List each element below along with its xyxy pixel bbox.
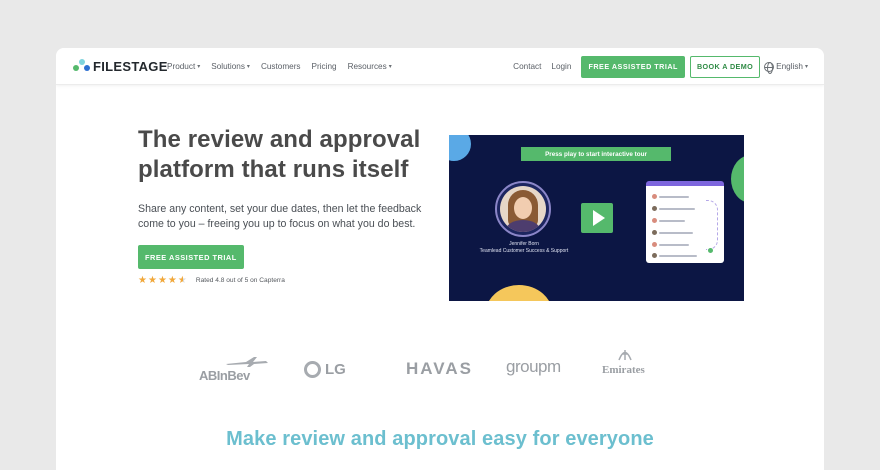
logo-lg: LG: [304, 358, 346, 380]
menu-item-pricing[interactable]: Pricing: [312, 62, 337, 71]
menu-label: Product: [167, 62, 196, 71]
star-icon: ★: [167, 274, 177, 286]
right-navigation: Contact Login FREE ASSISTED TRIAL BOOK A…: [513, 48, 808, 85]
star-icon: ★: [147, 274, 157, 286]
menu-label: Resources: [347, 62, 387, 71]
free-trial-button[interactable]: FREE ASSISTED TRIAL: [581, 55, 685, 78]
star-icon: ★: [157, 274, 167, 286]
book-demo-button[interactable]: BOOK A DEMO: [689, 55, 761, 78]
contact-link[interactable]: Contact: [513, 62, 541, 71]
menu-label: Customers: [260, 62, 301, 71]
menu-item-solutions[interactable]: Solutions ▾: [211, 62, 250, 71]
main-menu: Product ▾ Solutions ▾ Customers Pricing …: [167, 48, 392, 85]
filestage-logo[interactable]: FILESTAGE: [73, 57, 168, 75]
logo-abinbev: ABInBev: [196, 356, 276, 386]
language-selector[interactable]: English ▾: [764, 61, 808, 74]
logo-havas: HAVAS: [406, 359, 473, 378]
decor-circle-green: [731, 155, 744, 203]
decor-circle-blue: [449, 135, 471, 161]
lg-circle-icon: [304, 360, 321, 378]
chevron-down-icon: ▾: [388, 64, 392, 70]
play-icon: [592, 210, 605, 226]
browser-page: FILESTAGE Product ▾ Solutions ▾ Customer…: [56, 48, 824, 470]
decor-circle-yellow: [485, 285, 553, 301]
menu-item-resources[interactable]: Resources ▾: [348, 62, 392, 71]
presenter-caption: Jennifer Born Teamlead Customer Success …: [469, 241, 579, 255]
chevron-down-icon: ▾: [197, 64, 201, 70]
hero-headline: The review and approval platform that ru…: [138, 126, 421, 183]
section-title: Make review and approval easy for everyo…: [226, 428, 654, 450]
half-star-icon: ★: [177, 274, 187, 286]
customer-logos: ABInBev LG HAVAS groupm Emirates: [196, 348, 716, 388]
menu-item-customers[interactable]: Customers: [261, 62, 301, 71]
presenter-name: Jennifer Born: [509, 241, 539, 247]
menu-label: Solutions: [211, 62, 245, 71]
login-link[interactable]: Login: [551, 62, 571, 71]
logo-emirates: Emirates: [600, 348, 650, 382]
play-button[interactable]: [581, 203, 613, 233]
chevron-down-icon: ▾: [246, 64, 250, 70]
logo-groupm: groupm: [506, 357, 561, 376]
presenter-title: Teamlead Customer Success & Support: [479, 248, 569, 254]
star-icon: ★: [138, 274, 147, 286]
logo-dots-icon: [73, 59, 90, 73]
tour-banner: Press play to start interactive tour: [521, 147, 671, 161]
menu-label: Pricing: [311, 62, 337, 71]
language-label: English: [776, 62, 803, 71]
menu-item-product[interactable]: Product ▾: [167, 62, 200, 71]
rating-text: Rated 4.8 out of 5 on Capterra: [195, 276, 285, 284]
chevron-down-icon: ▾: [804, 64, 808, 70]
emirates-calligraphy-icon: [618, 350, 632, 361]
capterra-rating: ★ ★ ★ ★ ★ Rated 4.8 out of 5 on Capterra: [138, 274, 285, 286]
presenter-avatar: [495, 181, 551, 237]
hero-free-trial-button[interactable]: FREE ASSISTED TRIAL: [138, 245, 244, 269]
interactive-tour-video[interactable]: Press play to start interactive tour Jen…: [449, 135, 744, 301]
airplane-icon: [226, 357, 268, 367]
review-panel-preview: [646, 181, 724, 263]
hero-subtext: Share any content, set your due dates, t…: [138, 203, 422, 230]
logo-text: FILESTAGE: [93, 58, 168, 74]
top-navigation: FILESTAGE Product ▾ Solutions ▾ Customer…: [56, 48, 824, 85]
globe-icon: [764, 61, 775, 74]
